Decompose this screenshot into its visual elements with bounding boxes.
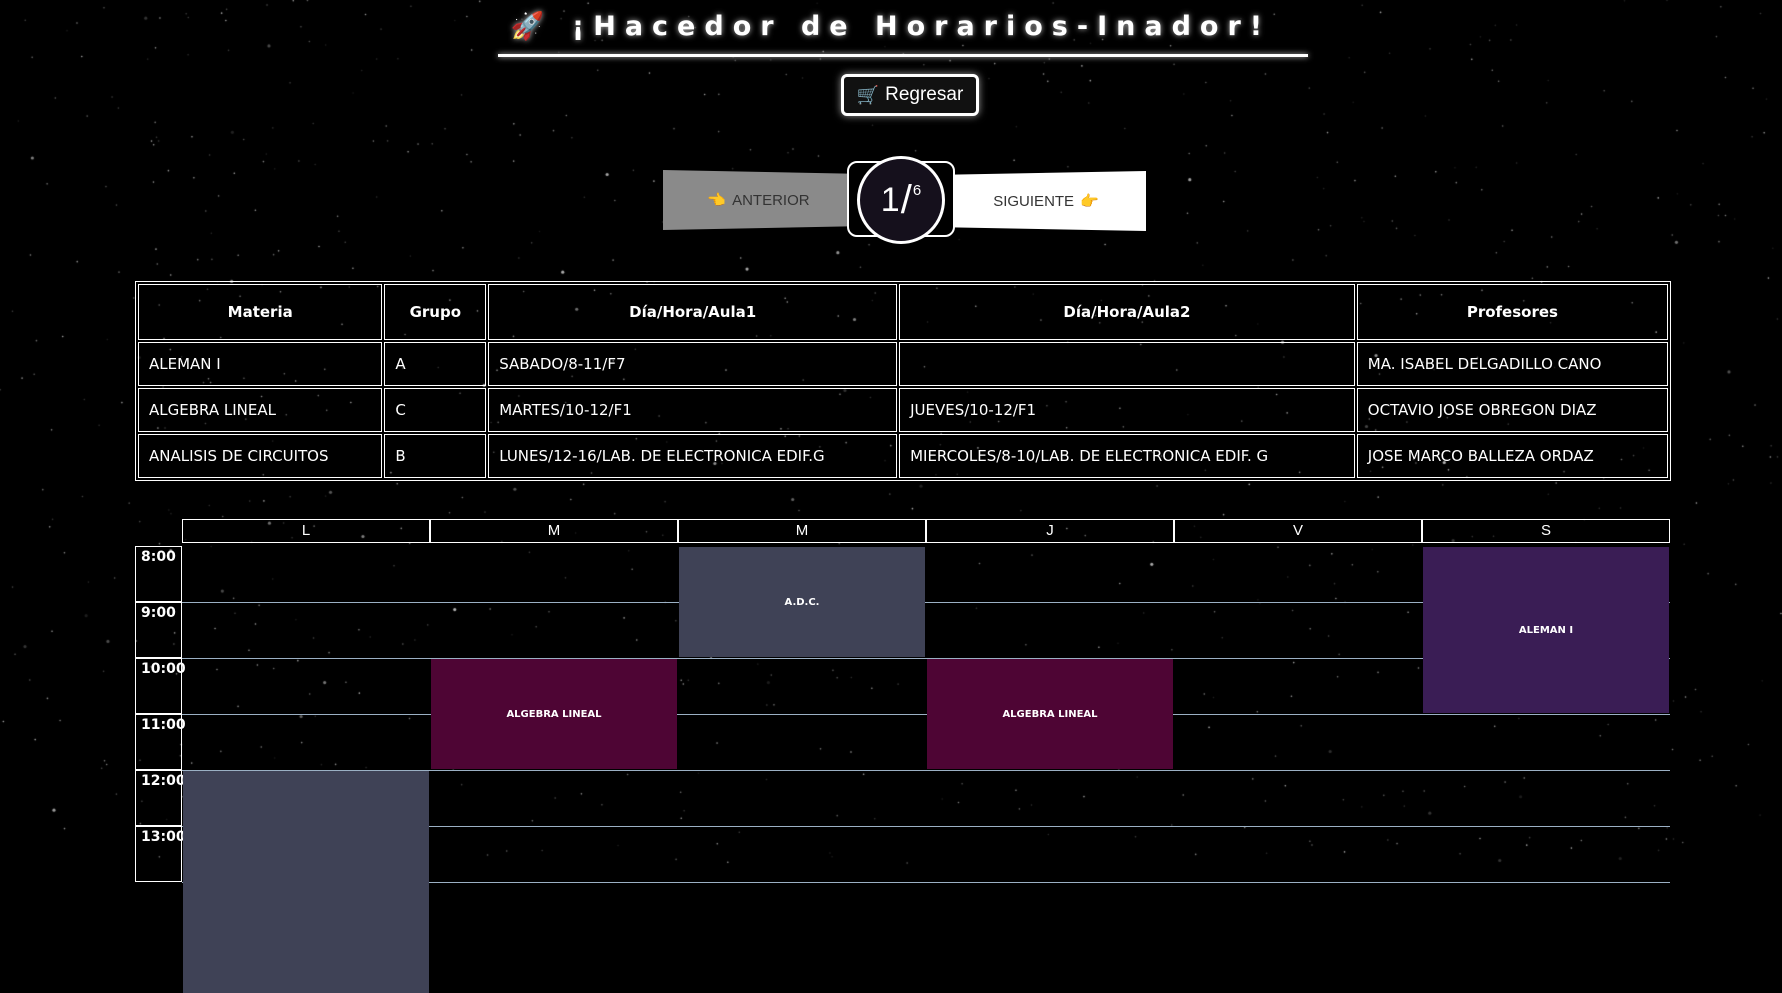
cell-aula1: LUNES/12-16/LAB. DE ELECTRONICA EDIF.G (488, 434, 898, 478)
day-header-jueves: J (926, 519, 1174, 543)
time-label: 13:00 (135, 826, 186, 882)
time-label: 8:00 (135, 546, 182, 602)
day-header-martes: M (430, 519, 678, 543)
table-row: ALGEBRA LINEAL C MARTES/10-12/F1 JUEVES/… (138, 388, 1668, 432)
schedule-block[interactable] (183, 771, 429, 993)
page-total: 6 (912, 181, 922, 199)
schedule-grid: A.D.C. ALEMAN I ALGEBRA LINEAL ALGEBRA LINE… (182, 546, 1670, 993)
schedule-block[interactable]: ALEMAN I (1423, 547, 1669, 713)
header-aula2: Día/Hora/Aula2 (899, 284, 1355, 340)
schedule-day-header: L M M J V S (182, 519, 1670, 543)
header-grupo: Grupo (384, 284, 487, 340)
cell-grupo: C (384, 388, 487, 432)
header-aula1: Día/Hora/Aula1 (488, 284, 898, 340)
header-materia: Materia (138, 284, 383, 340)
day-header-miercoles: M (678, 519, 926, 543)
cell-materia: ALEMAN I (138, 342, 383, 386)
title-bar: 🚀 ¡Hacedor de Horarios-Inador! (0, 10, 1782, 42)
back-button-label: Regresar (885, 84, 964, 105)
day-header-sabado: S (1422, 519, 1670, 543)
page-current: 1 (880, 180, 900, 219)
day-header-viernes: V (1174, 519, 1422, 543)
schedule-block[interactable]: ALGEBRA LINEAL (431, 659, 677, 769)
previous-button-label: ANTERIOR (732, 191, 810, 209)
table-row: ANALISIS DE CIRCUITOS B LUNES/12-16/LAB.… (138, 434, 1668, 478)
table-row: ALEMAN I A SABADO/8-11/F7 MA. ISABEL DEL… (138, 342, 1668, 386)
schedule-hour-line (182, 714, 1670, 715)
hand-left-icon: 👈 (707, 192, 727, 209)
hand-right-icon: 👉 (1080, 193, 1099, 210)
subjects-table: Materia Grupo Día/Hora/Aula1 Día/Hora/Au… (135, 281, 1671, 481)
next-button-label: SIGUIENTE (993, 192, 1075, 210)
time-label: 10:00 (135, 658, 186, 714)
cell-materia: ANALISIS DE CIRCUITOS (138, 434, 383, 478)
cell-profesores: OCTAVIO JOSE OBREGON DIAZ (1356, 388, 1668, 432)
time-label: 12:00 (135, 770, 186, 826)
table-header-row: Materia Grupo Día/Hora/Aula1 Día/Hora/Au… (138, 284, 1668, 340)
schedule-block[interactable]: A.D.C. (679, 547, 925, 657)
day-header-lunes: L (182, 519, 430, 543)
previous-button[interactable]: 👈 ANTERIOR (663, 170, 848, 230)
title-underline (498, 54, 1308, 57)
cell-profesores: JOSE MARCO BALLEZA ORDAZ (1356, 434, 1668, 478)
cell-aula1: SABADO/8-11/F7 (488, 342, 898, 386)
next-button[interactable]: SIGUIENTE 👉 (952, 171, 1146, 231)
cell-grupo: B (384, 434, 487, 478)
header-profesores: Profesores (1356, 284, 1668, 340)
cell-materia: ALGEBRA LINEAL (138, 388, 383, 432)
cell-grupo: A (384, 342, 487, 386)
page-title: 🚀 ¡Hacedor de Horarios-Inador! (510, 11, 1272, 42)
cell-aula2: MIERCOLES/8-10/LAB. DE ELECTRONICA EDIF.… (899, 434, 1355, 478)
cell-aula2: JUEVES/10-12/F1 (899, 388, 1355, 432)
page-separator: / (900, 177, 912, 222)
cell-aula2 (899, 342, 1355, 386)
schedule-block[interactable]: ALGEBRA LINEAL (927, 659, 1173, 769)
cell-aula1: MARTES/10-12/F1 (488, 388, 898, 432)
time-label: 11:00 (135, 714, 186, 770)
cart-icon: 🛒 (856, 84, 880, 105)
cell-profesores: MA. ISABEL DELGADILLO CANO (1356, 342, 1668, 386)
back-button[interactable]: 🛒 Regresar (841, 74, 979, 116)
page-indicator: 1 / 6 (857, 156, 945, 244)
time-label: 9:00 (135, 602, 182, 658)
